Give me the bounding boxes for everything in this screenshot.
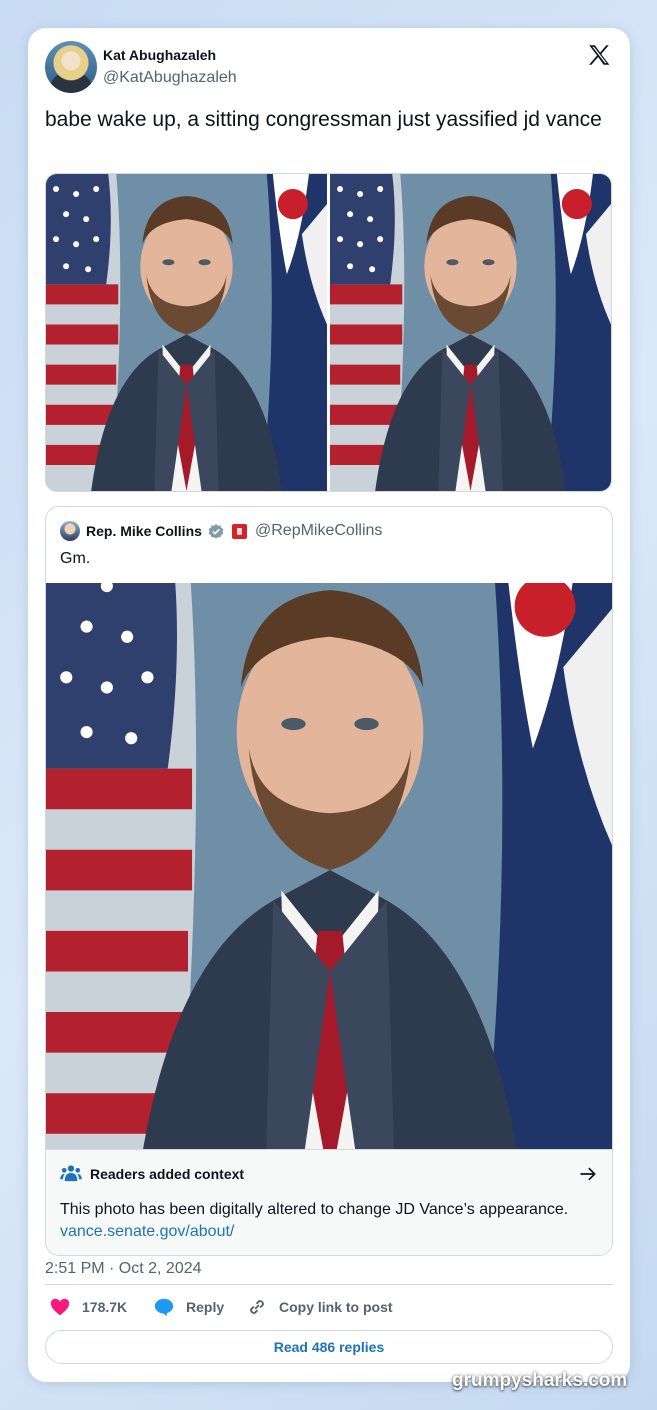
read-replies-button[interactable]: Read 486 replies xyxy=(45,1330,613,1364)
reply-button[interactable]: Reply xyxy=(153,1294,224,1320)
author-name[interactable]: Kat Abughazaleh xyxy=(103,47,216,63)
author-handle[interactable]: @KatAbughazaleh xyxy=(103,69,237,87)
quoted-author-handle: @RepMikeCollins xyxy=(255,522,383,539)
tweet-photo-original[interactable] xyxy=(46,174,327,491)
tweet-card: Kat Abughazaleh @KatAbughazaleh babe wak… xyxy=(28,28,630,1382)
link-icon xyxy=(250,1300,264,1314)
tweet-text: babe wake up, a sitting congressman just… xyxy=(45,108,602,131)
reply-label: Reply xyxy=(186,1299,225,1315)
readers-context-icon xyxy=(60,1165,82,1182)
copy-link-button[interactable]: Copy link to post xyxy=(246,1294,393,1320)
watermark: grumpysharks.com xyxy=(452,1370,628,1391)
government-badge-icon xyxy=(232,524,247,539)
quoted-author-name: Rep. Mike Collins xyxy=(86,523,202,539)
reply-bubble-icon xyxy=(154,1298,174,1317)
quoted-text: Gm. xyxy=(60,550,91,567)
quoted-avatar xyxy=(60,521,80,541)
context-title: Readers added context xyxy=(90,1166,245,1182)
photo-grid xyxy=(45,173,612,492)
context-body: This photo has been digitally altered to… xyxy=(60,1201,569,1218)
context-link[interactable]: vance.senate.gov/about/ xyxy=(60,1223,234,1241)
readers-context[interactable]: Readers added context This photo has bee… xyxy=(46,1149,612,1255)
like-count: 178.7K xyxy=(82,1299,128,1315)
quoted-photo[interactable] xyxy=(46,583,613,1149)
arrow-right-icon[interactable] xyxy=(578,1164,598,1184)
x-logo-icon[interactable] xyxy=(586,42,612,68)
timestamp[interactable]: 2:51 PM · Oct 2, 2024 xyxy=(45,1260,202,1278)
action-bar: 178.7K Reply Copy link to post xyxy=(45,1294,613,1320)
avatar[interactable] xyxy=(45,41,97,93)
quoted-post[interactable]: Rep. Mike Collins @RepMikeCollins Gm. Re… xyxy=(45,506,613,1256)
tweet-photo-edited[interactable] xyxy=(330,174,611,491)
verified-icon xyxy=(208,524,224,539)
divider xyxy=(45,1284,613,1285)
copy-link-label: Copy link to post xyxy=(279,1299,393,1315)
like-button[interactable]: 178.7K xyxy=(49,1294,127,1320)
heart-icon xyxy=(50,1298,70,1316)
